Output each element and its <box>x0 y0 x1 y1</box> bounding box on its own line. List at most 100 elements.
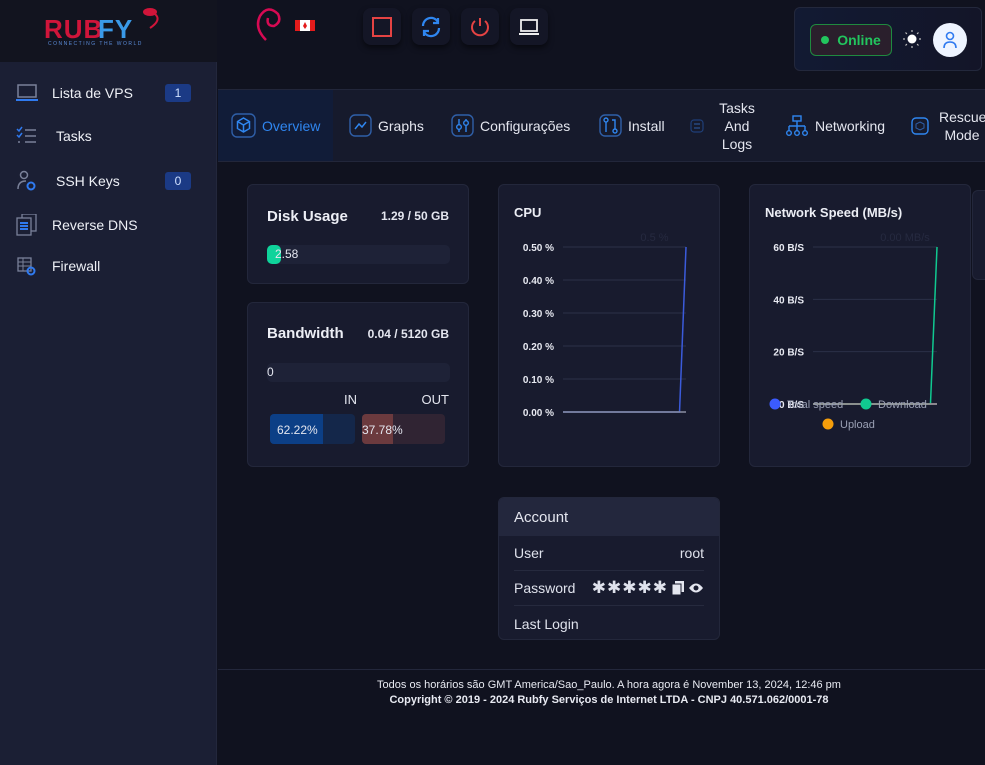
sidebar-item-reverse-dns[interactable]: Reverse DNS <box>0 207 217 243</box>
sidebar-item-label: SSH Keys <box>56 173 120 189</box>
tab-bar: Overview Graphs Configurações Install Ta… <box>218 89 985 162</box>
bandwidth-out-percent: 37.78% <box>362 423 403 437</box>
cube-icon <box>231 113 256 138</box>
account-row-password: Password ✱✱✱✱✱ <box>514 571 704 606</box>
footer-copyright: Copyright © 2019 - 2024 Rubfy Serviços d… <box>389 694 829 706</box>
tab-networking[interactable]: Networking <box>785 90 885 161</box>
disk-progress-bar: 2.58 <box>267 245 450 264</box>
status-badge: Online <box>810 24 892 56</box>
footer-timezone: Todos os horários são GMT America/Sao_Pa… <box>377 679 841 691</box>
rescue-cube-icon <box>911 116 929 135</box>
bandwidth-usage-value: 0.04 / 5120 GB <box>367 327 449 341</box>
y-tick-label: 40 B/S <box>773 295 804 306</box>
ghost-value-label: 0.5 % <box>640 232 668 244</box>
graph-icon <box>349 114 372 137</box>
bandwidth-in-bar: 62.22% <box>270 414 355 444</box>
stop-button[interactable] <box>363 8 401 45</box>
canada-flag <box>295 20 315 31</box>
out-label: OUT <box>421 392 449 407</box>
tab-tasks-and-logs[interactable]: Tasks And Logs <box>690 90 760 161</box>
restart-icon <box>421 16 441 37</box>
row-label: Last Login <box>514 615 579 632</box>
tab-label: Tasks And Logs <box>719 99 755 152</box>
network-chart-card: Network Speed (MB/s) 0.00 MB/s 60 B/S 40 B… <box>749 184 971 467</box>
tab-configuracoes[interactable]: Configurações <box>451 90 570 161</box>
sidebar-item-label: Firewall <box>52 258 101 274</box>
card-title: Disk Usage <box>267 208 348 225</box>
tab-label: Graphs <box>378 117 424 134</box>
y-tick-label: 0.00 % <box>523 408 554 419</box>
sidebar-item-label: Tasks <box>56 128 92 144</box>
account-title: Account <box>499 498 719 536</box>
sliders-icon <box>451 114 474 137</box>
tab-install[interactable]: Install <box>599 90 665 161</box>
bandwidth-in-percent: 62.22% <box>277 423 318 437</box>
cpu-chart: 0.5 % 0.50 % 0.40 % 0.30 % 0.20 % 0.10 % 0.00 … <box>523 232 687 419</box>
y-tick-label: 20 B/S <box>773 348 804 359</box>
series-line <box>563 246 687 413</box>
svg-text:FY: FY <box>98 14 133 44</box>
checklist-icon <box>16 126 36 143</box>
sidebar-item-tasks[interactable]: Tasks <box>0 118 217 154</box>
tab-label: Networking <box>815 117 886 134</box>
power-button[interactable] <box>461 8 499 45</box>
partial-card <box>972 190 985 280</box>
user-shield-icon <box>17 170 36 191</box>
svg-text:RUB: RUB <box>44 14 103 44</box>
tab-rescue-mode[interactable]: Rescue Mode <box>911 90 985 161</box>
bandwidth-progress-label: 0 <box>267 365 274 379</box>
stop-icon <box>372 16 392 37</box>
status-text: Online <box>837 32 881 48</box>
server-stack-icon <box>16 214 37 236</box>
logo[interactable]: RUB FY CONNECTING THE WORLD <box>0 0 217 62</box>
legend-label: Total speed <box>787 399 843 411</box>
bandwidth-card: Bandwidth 0.04 / 5120 GB 0 IN OUT 62.22%… <box>247 302 469 467</box>
cpu-chart-card: CPU 0.5 % 0.50 % 0.40 % 0.30 % 0.20 % 0.10 % 0… <box>498 184 720 467</box>
account-row-user: User root <box>514 536 704 571</box>
laptop-icon <box>16 84 38 101</box>
user-value: root <box>679 545 704 561</box>
legend-swatch <box>822 418 834 430</box>
theme-toggle-sun-icon[interactable] <box>903 30 921 48</box>
console-button[interactable] <box>510 8 548 45</box>
disk-progress-label: 2.58 <box>275 247 299 261</box>
rubfy-logo: RUB FY CONNECTING THE WORLD <box>44 8 159 47</box>
user-avatar-button[interactable] <box>933 23 967 57</box>
y-tick-label: 0.50 % <box>523 243 554 254</box>
tab-graphs[interactable]: Graphs <box>349 90 424 161</box>
list-icon <box>690 118 704 133</box>
sidebar: RUB FY CONNECTING THE WORLD Lista de VPS… <box>0 0 217 765</box>
series-line <box>813 246 938 405</box>
sidebar-item-ssh-keys[interactable]: SSH Keys 0 <box>0 163 217 199</box>
bandwidth-progress-bar: 0 <box>267 363 450 382</box>
status-dot <box>821 36 830 44</box>
git-compare-icon <box>599 114 622 137</box>
account-row-last-login: Last Login <box>514 606 704 639</box>
sidebar-item-label: Reverse DNS <box>52 217 138 233</box>
debian-icon <box>256 8 281 41</box>
sidebar-item-lista-de-vps[interactable]: Lista de VPS 1 <box>0 75 217 111</box>
legend-swatch <box>769 398 781 410</box>
sidebar-item-label: Lista de VPS <box>52 85 133 101</box>
copy-icon[interactable] <box>672 581 684 595</box>
row-label: User <box>514 545 544 561</box>
ghost-value-label: 0.00 MB/s <box>880 232 930 244</box>
svg-text:CONNECTING THE WORLD: CONNECTING THE WORLD <box>48 41 143 47</box>
user-icon <box>943 31 957 49</box>
eye-icon[interactable] <box>688 582 704 594</box>
account-card: Account User root Password ✱✱✱✱✱ Last Lo… <box>498 497 720 640</box>
disk-usage-value: 1.29 / 50 GB <box>380 209 449 223</box>
y-tick-label: 0.10 % <box>523 375 554 386</box>
tab-overview[interactable]: Overview <box>218 90 333 161</box>
password-value: ✱✱✱✱✱ <box>591 578 668 597</box>
footer-divider <box>218 669 985 670</box>
card-title: Bandwidth <box>267 325 344 342</box>
y-tick-label: 0.30 % <box>523 309 554 320</box>
vps-count-badge: 1 <box>165 84 191 102</box>
sidebar-item-firewall[interactable]: Firewall <box>0 248 217 284</box>
restart-button[interactable] <box>412 8 450 45</box>
tab-label: Install <box>628 117 665 134</box>
y-tick-label: 0.40 % <box>523 276 554 287</box>
bandwidth-out-bar: 37.78% <box>362 414 445 444</box>
row-label: Password <box>514 580 576 596</box>
